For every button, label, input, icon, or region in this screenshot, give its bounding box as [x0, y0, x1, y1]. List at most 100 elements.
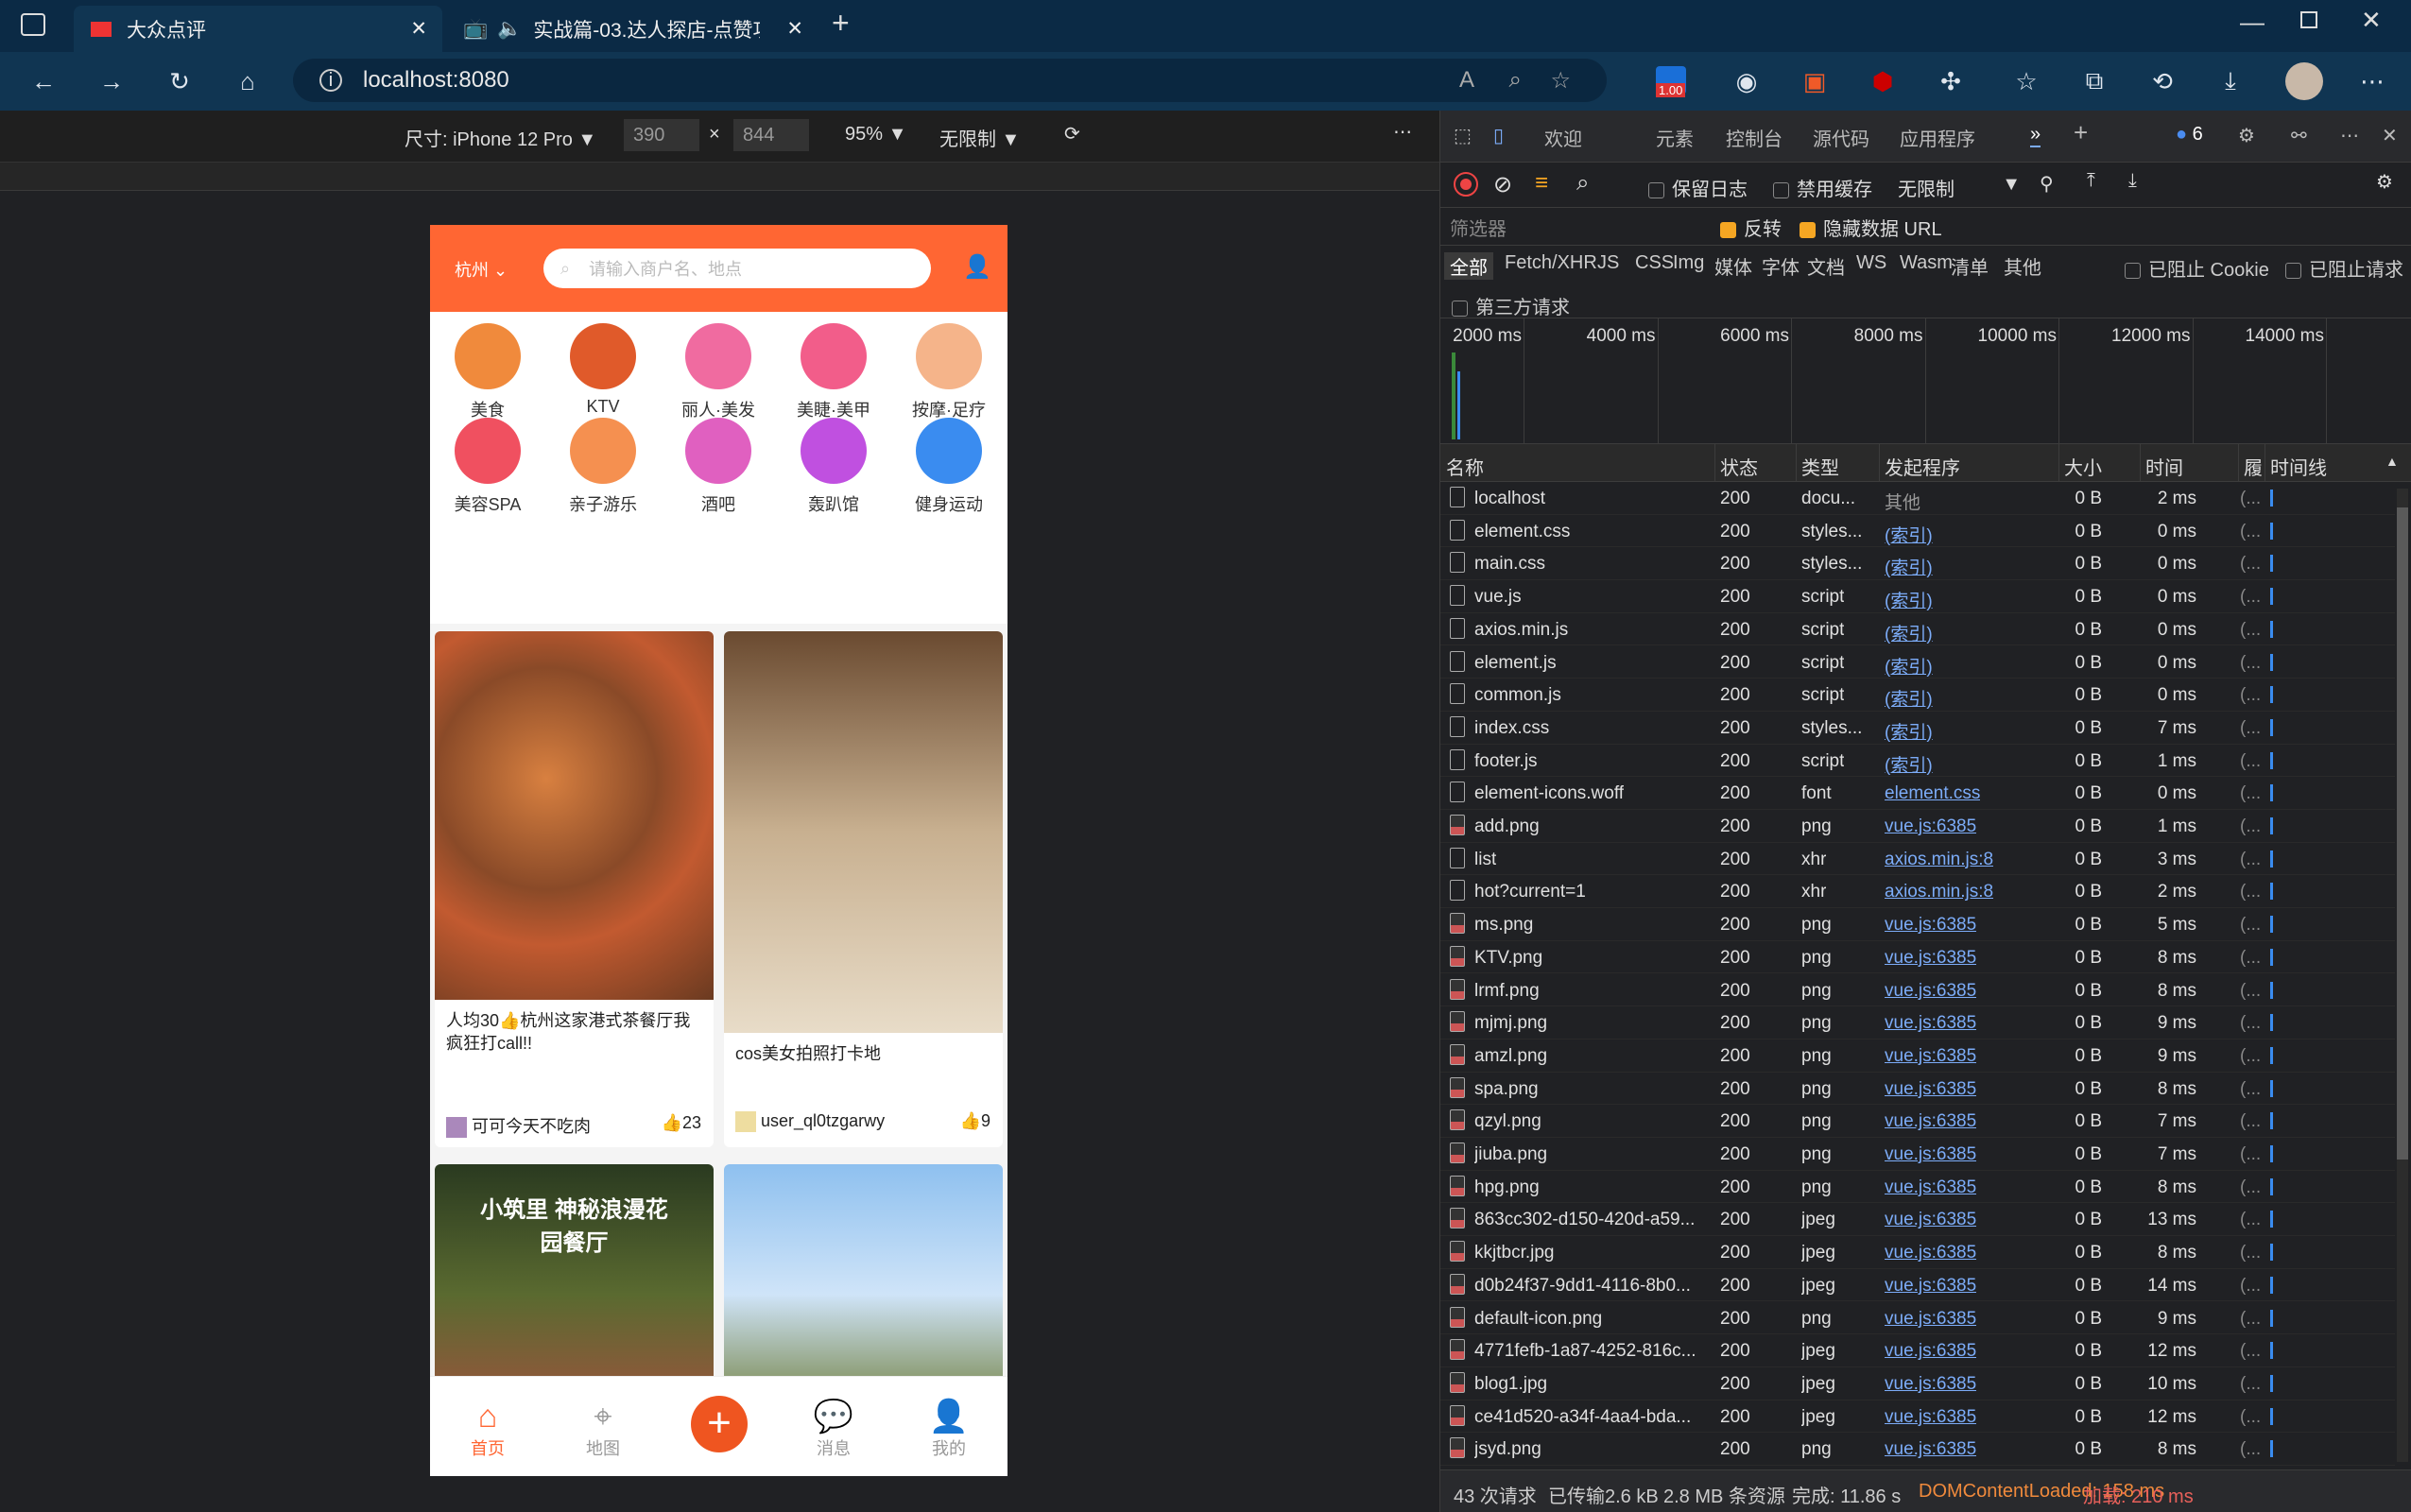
sidebar-toggle-icon[interactable] — [21, 13, 45, 36]
category-item[interactable]: 美睫·美甲 — [776, 323, 891, 421]
nav-map[interactable]: ⌖ 地图 — [545, 1398, 661, 1460]
favorites-icon[interactable]: ☆ — [2007, 62, 2045, 100]
request-initiator[interactable]: (索引) — [1885, 685, 1933, 711]
request-row[interactable]: default-icon.png 200 png vue.js:6385 0 B 9 ms… — [1440, 1302, 2395, 1335]
export-har-icon[interactable]: ⤓ — [2128, 170, 2137, 192]
request-row[interactable]: footer.js 200 script (索引) 0 B 1 ms (... — [1440, 745, 2395, 778]
request-initiator[interactable]: axios.min.js:8 — [1885, 882, 1993, 902]
column-header-0[interactable]: 名称 — [1446, 453, 1484, 480]
type-filter-1[interactable]: Fetch/XHR — [1505, 252, 1597, 274]
dock-icon[interactable]: ⚯ — [2291, 124, 2307, 147]
category-item[interactable]: 健身运动 — [891, 418, 1007, 516]
speaker-icon[interactable]: 🔈 — [497, 18, 522, 41]
scrollbar[interactable] — [2397, 489, 2408, 1462]
type-filter-6[interactable]: 字体 — [1762, 252, 1800, 280]
category-item[interactable]: 丽人·美发 — [661, 323, 776, 421]
third-party-checkbox[interactable]: 第三方请求 — [1452, 292, 1570, 319]
category-item[interactable]: 轰趴馆 — [776, 418, 891, 516]
request-row[interactable]: jiuba.png 200 png vue.js:6385 0 B 7 ms (... — [1440, 1138, 2395, 1171]
extensions-icon[interactable]: ✣ — [1932, 62, 1970, 100]
column-header-1[interactable]: 状态 — [1720, 453, 1758, 480]
request-initiator[interactable]: vue.js:6385 — [1885, 816, 1976, 837]
request-row[interactable]: ce41d520-a34f-4aa4-bda... 200 jpeg vue.js:6… — [1440, 1400, 2395, 1434]
preserve-log-checkbox[interactable]: 保留日志 — [1648, 174, 1748, 201]
request-row[interactable]: amzl.png 200 png vue.js:6385 0 B 9 ms (... — [1440, 1040, 2395, 1073]
tab-dianping[interactable]: 大众点评 ✕ — [74, 6, 442, 52]
user-icon[interactable]: 👤 — [963, 253, 991, 281]
collections-icon[interactable]: ⧉ — [2075, 62, 2113, 100]
downloads-icon[interactable]: ⤓ — [2212, 62, 2249, 100]
close-icon[interactable]: ✕ — [2382, 124, 2398, 147]
column-header-6[interactable]: 履 — [2244, 453, 2263, 480]
request-initiator[interactable]: vue.js:6385 — [1885, 1243, 1976, 1263]
add-tab-icon[interactable]: + — [2074, 118, 2088, 147]
request-row[interactable]: common.js 200 script (索引) 0 B 0 ms (... — [1440, 679, 2395, 712]
close-icon[interactable]: ✕ — [410, 17, 427, 41]
extension-json-icon[interactable]: ▣ — [1796, 62, 1834, 100]
disable-cache-checkbox[interactable]: 禁用缓存 — [1773, 174, 1872, 201]
request-row[interactable]: element.css 200 styles... (索引) 0 B 0 ms (... — [1440, 515, 2395, 548]
nav-home[interactable]: ⌂ 首页 — [430, 1398, 545, 1460]
category-item[interactable]: 酒吧 — [661, 418, 776, 516]
request-row[interactable]: index.css 200 styles... (索引) 0 B 7 ms (... — [1440, 712, 2395, 745]
request-initiator[interactable]: vue.js:6385 — [1885, 1177, 1976, 1198]
clear-icon[interactable]: ⊘ — [1493, 171, 1512, 198]
tab-application[interactable]: 应用程序 — [1900, 124, 1975, 151]
column-header-2[interactable]: 类型 — [1801, 453, 1839, 480]
request-row[interactable]: axios.min.js 200 script (索引) 0 B 0 ms (... — [1440, 613, 2395, 646]
request-initiator[interactable]: vue.js:6385 — [1885, 1341, 1976, 1362]
blog-card[interactable] — [724, 1164, 1003, 1382]
request-row[interactable]: kkjtbcr.jpg 200 jpeg vue.js:6385 0 B 8 ms (... — [1440, 1236, 2395, 1269]
column-header-4[interactable]: 大小 — [2064, 453, 2102, 480]
record-icon[interactable] — [1454, 172, 1478, 197]
request-row[interactable]: hot?current=1 200 xhr axios.min.js:8 0 B 2 ms… — [1440, 875, 2395, 909]
tab-bilibili[interactable]: 📺 🔈 实战篇-03.达人探店-点赞功 ✕ — [450, 6, 818, 52]
request-initiator[interactable]: (索引) — [1885, 653, 1933, 679]
device-select[interactable]: 尺寸: iPhone 12 Pro ▼ — [405, 124, 596, 151]
tab-console[interactable]: 控制台 — [1726, 124, 1782, 151]
inspect-icon[interactable]: ⬚ — [1454, 124, 1472, 147]
invert-checkbox[interactable]: 反转 — [1720, 214, 1782, 241]
request-initiator[interactable]: vue.js:6385 — [1885, 981, 1976, 1002]
request-row[interactable]: ms.png 200 png vue.js:6385 0 B 5 ms (... — [1440, 908, 2395, 941]
request-row[interactable]: jsyd.png 200 png vue.js:6385 0 B 8 ms (... — [1440, 1433, 2395, 1466]
request-row[interactable]: lrmf.png 200 png vue.js:6385 0 B 8 ms (... — [1440, 974, 2395, 1007]
type-filter-4[interactable]: Img — [1673, 252, 1704, 274]
request-initiator[interactable]: vue.js:6385 — [1885, 1046, 1976, 1067]
sort-icon[interactable]: ▲ — [2385, 454, 2399, 469]
nav-message[interactable]: 💬 消息 — [776, 1398, 891, 1460]
blog-card[interactable]: 人均30👍杭州这家港式茶餐厅我疯狂打call!! 可可今天不吃肉 👍23 — [435, 631, 714, 1147]
type-filter-9[interactable]: Wasm — [1900, 252, 1953, 274]
request-row[interactable]: element-icons.woff 200 font element.css 0 B 0… — [1440, 777, 2395, 810]
request-initiator[interactable]: vue.js:6385 — [1885, 1309, 1976, 1330]
nav-me[interactable]: 👤 我的 — [891, 1398, 1007, 1460]
request-row[interactable]: 863cc302-d150-420d-a59... 200 jpeg vue.js:6… — [1440, 1203, 2395, 1237]
home-icon[interactable]: ⌂ — [229, 62, 267, 100]
request-initiator[interactable]: (索引) — [1885, 751, 1933, 777]
like-button[interactable]: 👍9 — [960, 1111, 990, 1131]
category-item[interactable]: 美食 — [430, 323, 545, 421]
category-item[interactable]: 亲子游乐 — [545, 418, 661, 516]
ublock-icon[interactable]: ⬢ — [1864, 62, 1902, 100]
request-row[interactable]: add.png 200 png vue.js:6385 0 B 1 ms (... — [1440, 810, 2395, 843]
window-close-button[interactable]: ✕ — [2361, 6, 2382, 35]
request-initiator[interactable]: vue.js:6385 — [1885, 1439, 1976, 1460]
type-filter-0[interactable]: 全部 — [1444, 252, 1493, 280]
request-row[interactable]: mjmj.png 200 png vue.js:6385 0 B 9 ms (... — [1440, 1006, 2395, 1040]
more-icon[interactable]: ⋯ — [2353, 62, 2391, 100]
request-initiator[interactable]: vue.js:6385 — [1885, 948, 1976, 969]
minimize-button[interactable]: — — [2240, 8, 2265, 37]
read-aloud-icon[interactable]: A — [1459, 67, 1474, 94]
blocked-cookies-checkbox[interactable]: 已阻止 Cookie — [2125, 254, 2269, 282]
zoom-icon[interactable]: ⌕ — [1509, 67, 1522, 94]
column-header-5[interactable]: 时间 — [2145, 453, 2183, 480]
request-row[interactable]: hpg.png 200 png vue.js:6385 0 B 8 ms (... — [1440, 1171, 2395, 1204]
throttle-select[interactable]: 无限制 ▼ — [1898, 174, 2021, 201]
favorite-add-icon[interactable]: ☆ — [1550, 67, 1571, 94]
category-item[interactable]: KTV — [545, 323, 661, 417]
device-toggle-icon[interactable]: ▯ — [1493, 124, 1504, 147]
new-tab-button[interactable]: + — [832, 6, 850, 41]
close-icon[interactable]: ✕ — [786, 17, 803, 41]
request-initiator[interactable]: element.css — [1885, 783, 1980, 804]
issues-badge[interactable]: ● 6 — [2176, 124, 2203, 146]
